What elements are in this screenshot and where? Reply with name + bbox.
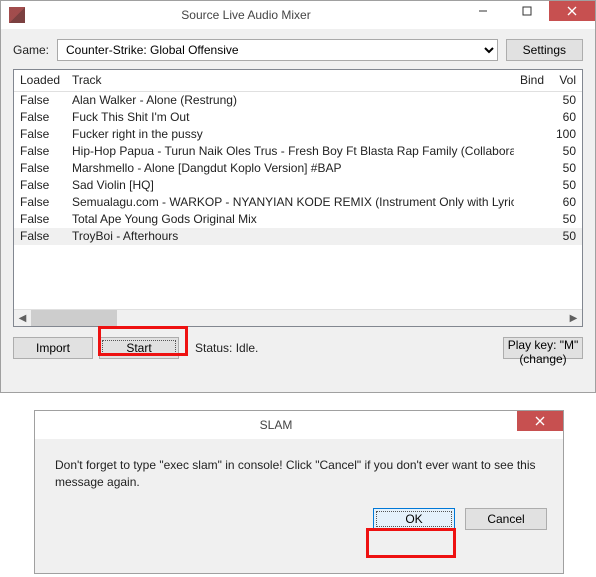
table-row[interactable]: FalseAlan Walker - Alone (Restrung) 50 bbox=[14, 92, 582, 109]
app-icon bbox=[9, 7, 25, 23]
table-row[interactable]: FalseMarshmello - Alone [Dangdut Koplo V… bbox=[14, 160, 582, 177]
import-button[interactable]: Import bbox=[13, 337, 93, 359]
table-row[interactable]: FalseSad Violin [HQ] 50 bbox=[14, 177, 582, 194]
column-vol[interactable]: Vol bbox=[550, 70, 582, 91]
cell-track: Marshmello - Alone [Dangdut Koplo Versio… bbox=[66, 160, 514, 177]
titlebar[interactable]: Source Live Audio Mixer bbox=[1, 1, 595, 29]
start-button[interactable]: Start bbox=[99, 337, 179, 359]
table-row[interactable]: FalseSemualagu.com - WARKOP - NYANYIAN K… bbox=[14, 194, 582, 211]
cell-track: Semualagu.com - WARKOP - NYANYIAN KODE R… bbox=[66, 194, 514, 211]
cell-vol: 50 bbox=[550, 211, 582, 228]
cell-vol: 50 bbox=[550, 92, 582, 109]
scroll-track[interactable] bbox=[31, 310, 565, 326]
status-text: Status: Idle. bbox=[195, 341, 258, 355]
cell-vol: 50 bbox=[550, 228, 582, 245]
cell-track: TroyBoi - Afterhours bbox=[66, 228, 514, 245]
scroll-right-icon[interactable]: ▶ bbox=[565, 310, 582, 326]
cell-vol: 100 bbox=[550, 126, 582, 143]
cell-bind bbox=[514, 143, 550, 160]
maximize-button[interactable] bbox=[505, 1, 549, 21]
cell-track: Alan Walker - Alone (Restrung) bbox=[66, 92, 514, 109]
game-select[interactable]: Counter-Strike: Global Offensive bbox=[57, 39, 498, 61]
cell-bind bbox=[514, 109, 550, 126]
main-window: Source Live Audio Mixer Game: Counter-St… bbox=[0, 0, 596, 393]
cell-loaded: False bbox=[14, 160, 66, 177]
horizontal-scrollbar[interactable]: ◀ ▶ bbox=[14, 309, 582, 326]
cell-bind bbox=[514, 92, 550, 109]
cell-vol: 60 bbox=[550, 194, 582, 211]
cell-track: Fuck This Shit I'm Out bbox=[66, 109, 514, 126]
cell-loaded: False bbox=[14, 126, 66, 143]
scroll-thumb[interactable] bbox=[31, 310, 117, 326]
cell-loaded: False bbox=[14, 194, 66, 211]
table-row[interactable]: FalseTroyBoi - Afterhours 50 bbox=[14, 228, 582, 245]
window-controls bbox=[461, 1, 595, 29]
game-label: Game: bbox=[13, 43, 49, 57]
ok-button[interactable]: OK bbox=[373, 508, 455, 530]
cell-vol: 50 bbox=[550, 177, 582, 194]
cell-loaded: False bbox=[14, 143, 66, 160]
dialog-title: SLAM bbox=[35, 418, 517, 432]
dialog-titlebar[interactable]: SLAM bbox=[35, 411, 563, 439]
minimize-button[interactable] bbox=[461, 1, 505, 21]
cell-bind bbox=[514, 160, 550, 177]
cell-track: Sad Violin [HQ] bbox=[66, 177, 514, 194]
column-track[interactable]: Track bbox=[66, 70, 514, 91]
cell-vol: 50 bbox=[550, 143, 582, 160]
dialog-message: Don't forget to type "exec slam" in cons… bbox=[35, 439, 563, 504]
cell-loaded: False bbox=[14, 109, 66, 126]
cell-loaded: False bbox=[14, 211, 66, 228]
settings-button[interactable]: Settings bbox=[506, 39, 583, 61]
list-header[interactable]: Loaded Track Bind Vol bbox=[14, 70, 582, 92]
cell-bind bbox=[514, 177, 550, 194]
dialog-window: SLAM Don't forget to type "exec slam" in… bbox=[34, 410, 564, 574]
cell-loaded: False bbox=[14, 92, 66, 109]
window-title: Source Live Audio Mixer bbox=[31, 8, 461, 22]
cell-loaded: False bbox=[14, 177, 66, 194]
dialog-close-button[interactable] bbox=[517, 411, 563, 431]
cell-track: Fucker right in the pussy bbox=[66, 126, 514, 143]
cell-vol: 50 bbox=[550, 160, 582, 177]
cell-bind bbox=[514, 194, 550, 211]
cell-bind bbox=[514, 228, 550, 245]
cancel-button[interactable]: Cancel bbox=[465, 508, 547, 530]
cell-bind bbox=[514, 126, 550, 143]
column-loaded[interactable]: Loaded bbox=[14, 70, 66, 91]
track-list[interactable]: Loaded Track Bind Vol FalseAlan Walker -… bbox=[13, 69, 583, 327]
cell-loaded: False bbox=[14, 228, 66, 245]
cell-vol: 60 bbox=[550, 109, 582, 126]
cell-track: Hip-Hop Papua - Turun Naik Oles Trus - F… bbox=[66, 143, 514, 160]
scroll-left-icon[interactable]: ◀ bbox=[14, 310, 31, 326]
table-row[interactable]: FalseHip-Hop Papua - Turun Naik Oles Tru… bbox=[14, 143, 582, 160]
table-row[interactable]: FalseTotal Ape Young Gods Original Mix 50 bbox=[14, 211, 582, 228]
play-key-button[interactable]: Play key: "M" (change) bbox=[503, 337, 583, 359]
table-row[interactable]: FalseFuck This Shit I'm Out 60 bbox=[14, 109, 582, 126]
cell-bind bbox=[514, 211, 550, 228]
close-button[interactable] bbox=[549, 1, 595, 21]
column-bind[interactable]: Bind bbox=[514, 70, 550, 91]
table-row[interactable]: FalseFucker right in the pussy 100 bbox=[14, 126, 582, 143]
cell-track: Total Ape Young Gods Original Mix bbox=[66, 211, 514, 228]
